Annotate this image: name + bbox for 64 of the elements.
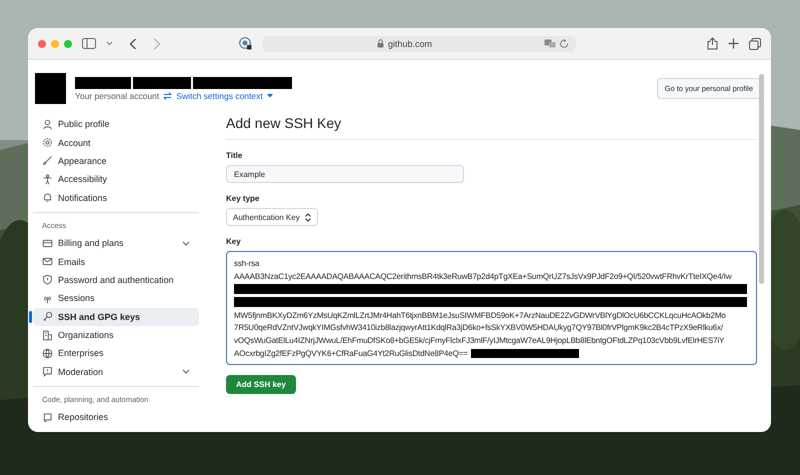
field-label: Key bbox=[226, 237, 241, 246]
redacted-avatar bbox=[35, 73, 66, 104]
title-field[interactable]: Example bbox=[226, 165, 464, 183]
close-button[interactable] bbox=[38, 40, 46, 48]
figure-icon bbox=[42, 174, 53, 185]
sidebar-item[interactable]: Account bbox=[33, 133, 199, 152]
reload-icon[interactable] bbox=[560, 38, 569, 48]
sidebar-item[interactable]: Billing and plans bbox=[33, 234, 199, 252]
url-text: github.com bbox=[388, 38, 432, 48]
caret-icon bbox=[266, 94, 273, 98]
sidebar-icon[interactable] bbox=[82, 38, 96, 49]
key-field[interactable] bbox=[226, 251, 757, 365]
key-text: vOQsWuGatElLu4IZNrjJWwuL/EhFmuDfSKo8+bGE5k/cjFmyFlclxFJ3mlF/yIJMtcgaW7eAL9HjopLBb8lEbntgOFtdLZPq103cVbb9LvfElrHES7iY bbox=[234, 336, 724, 346]
back-icon[interactable] bbox=[129, 38, 137, 50]
sidebar-item[interactable]: Repositories bbox=[33, 408, 199, 426]
sidebar-item[interactable]: Public profile bbox=[33, 115, 199, 134]
updown-icon bbox=[304, 212, 311, 222]
account-label: Your personal account bbox=[75, 90, 160, 100]
field-label: Title bbox=[226, 151, 242, 160]
switch-icon bbox=[163, 92, 172, 100]
key-type-select[interactable]: Authentication Key bbox=[226, 208, 318, 226]
sidebar-item[interactable]: Appearance bbox=[33, 152, 199, 170]
sidebar-item[interactable]: Accessibility bbox=[33, 170, 199, 189]
plus-icon[interactable] bbox=[728, 38, 739, 49]
card-icon bbox=[42, 238, 53, 249]
building-icon bbox=[42, 330, 53, 341]
shield-icon bbox=[42, 274, 53, 286]
key-text: 7R5U0qeRdVZntVJwqkYIMGsfvhW3410izb8lazjqwyrAtt1KdqlRa3jD6ko+fsSkYXBV0W5HDAUkyg7QY97Bl0frVPlgmK9kc2B4cTPzX9eRlku6x/ bbox=[234, 323, 723, 332]
page-heading: Add new SSH Key bbox=[226, 115, 757, 140]
bell-icon bbox=[42, 192, 53, 204]
scrollbar-thumb[interactable] bbox=[759, 74, 764, 284]
globe-icon bbox=[42, 348, 53, 359]
sidebar-item[interactable]: Enterprises bbox=[33, 344, 199, 363]
field-label: Key type bbox=[226, 194, 260, 203]
sidebar-item[interactable]: Moderation bbox=[33, 362, 199, 382]
sidebar-item[interactable]: SSH and GPG keys bbox=[33, 308, 199, 326]
sidebar-item[interactable]: Password and authentication bbox=[33, 270, 199, 290]
chevron-down-icon[interactable] bbox=[106, 41, 113, 46]
sidebar-item[interactable]: Sessions bbox=[33, 289, 199, 308]
tabs-icon[interactable] bbox=[749, 38, 761, 50]
redaction-bar bbox=[133, 76, 191, 88]
redaction-bar bbox=[75, 76, 131, 88]
selection-marker bbox=[29, 310, 32, 323]
switch-context-link[interactable]: Switch settings context bbox=[176, 90, 263, 100]
key-icon bbox=[42, 311, 53, 322]
sidebar-item[interactable]: Organizations bbox=[33, 326, 199, 344]
person-icon bbox=[42, 118, 53, 130]
add-key-button[interactable]: Add SSH key bbox=[226, 375, 296, 394]
mail-icon bbox=[42, 256, 53, 268]
translate-icon[interactable] bbox=[544, 39, 556, 48]
lock-icon bbox=[376, 39, 384, 48]
sidebar-item[interactable]: Notifications bbox=[33, 188, 199, 207]
brush-icon bbox=[42, 155, 53, 166]
sidebar-item[interactable]: Emails bbox=[33, 252, 199, 271]
report-icon bbox=[42, 366, 53, 378]
share-icon[interactable] bbox=[707, 37, 718, 50]
key-text: AAAAB3NzaC1yc2EAAAADAQABAAACAQC2erithmsBR4tk3eRuwB7p2d4pTgXEa+SumQrUZ7sJsVx9PJdF2o9+QI/520vwtFRhvKrTteIXQe4/Iw bbox=[234, 272, 732, 281]
privacy-icon[interactable] bbox=[239, 37, 252, 50]
key-text: MW5fjnmBKXyDZm6YzMsUqKZmlLZrtJMr4HahT6tjxnBBM1eJsuSIWMFBD59oK+7ArzNauDE2ZvGDWrVBlYgDlOcU6bCCKLqcuHcAOkb2Mo bbox=[234, 310, 726, 320]
address-bar[interactable]: github.com bbox=[262, 36, 576, 52]
key-text: ssh-rsa bbox=[234, 258, 260, 268]
gear-icon bbox=[42, 137, 53, 148]
key-text: AOcxrbgIZg2fEFzPgQVYK6+CfRaFuaG4Yt2RuGlisDtdNe8P4eQ== bbox=[234, 349, 468, 358]
repo-icon bbox=[42, 412, 53, 423]
